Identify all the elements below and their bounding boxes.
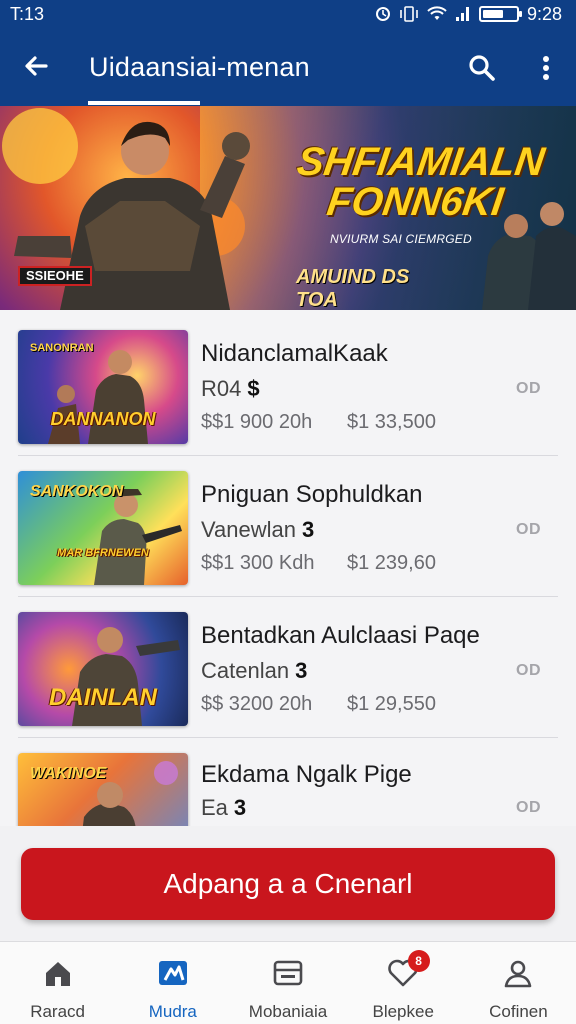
row-divider [18, 455, 558, 456]
game-alt-price: $1 33,500 [347, 411, 436, 433]
game-price: $$ 3200 20h [201, 693, 313, 715]
list-item[interactable]: SANKOKON MAR BFRNEWEN Pniguan Sophuldkan… [0, 457, 576, 597]
nav-label: Cofinen [489, 1002, 548, 1021]
primary-action-button[interactable]: Adpang a a Cnenarl [21, 848, 555, 920]
wallet-icon [271, 956, 305, 990]
banner-tag: SSIEOHE [18, 266, 92, 286]
game-title: Ekdama Ngalk Pige [201, 761, 412, 788]
banner-title-line1: SHFIAMIALN [294, 140, 548, 184]
alarm-icon [375, 6, 391, 22]
game-subtitle: Catenlan 3 [201, 658, 307, 684]
back-button[interactable] [18, 48, 54, 84]
app-bar: Uidaansiai-menan [0, 28, 576, 106]
promo-banner[interactable]: SSIEOHE SHFIAMIALN FONN6KI NVIURM SAI CI… [0, 106, 576, 310]
game-alt-price: $1 29,550 [347, 693, 436, 715]
signal-icon [455, 6, 471, 22]
game-badge: OD [516, 380, 541, 397]
list-item[interactable]: WAKINOE Ekdama Ngalk Pige Ea 3 OD [0, 739, 576, 826]
game-price: $$1 300 Kdh [201, 552, 315, 574]
home-icon [41, 956, 75, 990]
thumbnail-top-label: SANONRAN [30, 342, 94, 354]
thumbnail-label: MAR BFRNEWEN [57, 547, 149, 559]
currency-icon: 3 [295, 658, 308, 683]
game-subtitle: Vanewlan 3 [201, 517, 314, 543]
arrow-left-icon [25, 56, 48, 76]
vibrate-icon [399, 6, 419, 22]
banner-title: SHFIAMIALN FONN6KI [262, 140, 573, 224]
game-subtitle-text: Ea [201, 795, 228, 820]
nav-item-profile[interactable]: Cofinen [461, 942, 576, 1024]
game-alt-price: $1 239,60 [347, 552, 436, 574]
more-options-button[interactable] [532, 48, 560, 88]
game-title: Pniguan Sophuldkan [201, 481, 423, 508]
banner-title-line2: FONN6KI [324, 180, 507, 224]
search-icon [469, 55, 495, 81]
banner-subtitle: NVIURM SAI CIEMRGED [330, 232, 472, 246]
more-vert-icon [543, 56, 549, 80]
nav-label: Mobaniaia [248, 1002, 328, 1021]
banner-cta[interactable]: AMUIND DS TOA [296, 266, 456, 310]
user-icon [501, 956, 535, 990]
row-divider [18, 737, 558, 738]
page-title: Uidaansiai-menan [89, 52, 310, 82]
game-badge: OD [516, 799, 541, 816]
store-icon [156, 956, 190, 990]
notification-badge: 8 [407, 950, 430, 972]
status-bar: T:13 9:28 [0, 0, 576, 28]
game-subtitle: Ea 3 [201, 795, 246, 821]
battery-level [482, 10, 503, 18]
status-time-left: T:13 [10, 3, 45, 24]
thumbnail-art [82, 761, 178, 826]
game-thumbnail: WAKINOE [18, 753, 188, 826]
nav-item-wallet[interactable]: Mobaniaia [230, 942, 345, 1024]
game-thumbnail: SANONRAN DANNANON [18, 330, 188, 444]
game-price: $$1 900 20h [201, 411, 313, 433]
thumbnail-top-label: WAKINOE [30, 765, 107, 782]
thumbnail-label: DAINLAN [49, 684, 157, 711]
nav-label: Blepkee [372, 1002, 434, 1021]
list-item[interactable]: DAINLAN Bentadkan Aulclaasi Paqe Catenla… [0, 598, 576, 738]
currency-icon: $ [247, 376, 260, 401]
list-item[interactable]: SANONRAN DANNANON NidanclamalKaak R04 $ $… [0, 316, 576, 456]
game-subtitle-text: Vanewlan [201, 517, 296, 542]
search-button[interactable] [462, 48, 502, 88]
currency-icon: 3 [302, 517, 315, 542]
row-divider [18, 596, 558, 597]
game-badge: OD [516, 521, 541, 538]
wifi-icon [427, 6, 447, 22]
nav-item-home[interactable]: Raracd [0, 942, 115, 1024]
game-thumbnail: SANKOKON MAR BFRNEWEN [18, 471, 188, 585]
battery-icon [478, 6, 522, 22]
game-badge: OD [516, 662, 541, 679]
status-time-right: 9:28 [526, 3, 562, 24]
nav-label: Raracd [30, 1002, 85, 1021]
game-subtitle: R04 $ [201, 376, 260, 402]
game-thumbnail: DAINLAN [18, 612, 188, 726]
nav-item-store[interactable]: Mudra [115, 942, 230, 1024]
nav-label: Mudra [148, 1002, 197, 1021]
thumbnail-top-label: SANKOKON [30, 483, 124, 500]
game-title: Bentadkan Aulclaasi Paqe [201, 622, 480, 649]
thumbnail-label: DANNANON [50, 409, 156, 429]
game-title: NidanclamalKaak [201, 340, 388, 367]
game-subtitle-text: R04 [201, 376, 242, 401]
status-icons: 9:28 [375, 4, 562, 25]
bottom-nav: Raracd Mudra Mobaniaia 8 Blepkee Cofinen [0, 941, 576, 1024]
nav-item-favorites[interactable]: 8 Blepkee [346, 942, 461, 1024]
currency-icon: 3 [233, 795, 247, 820]
game-subtitle-text: Catenlan [201, 658, 290, 683]
title-underline [88, 101, 200, 105]
